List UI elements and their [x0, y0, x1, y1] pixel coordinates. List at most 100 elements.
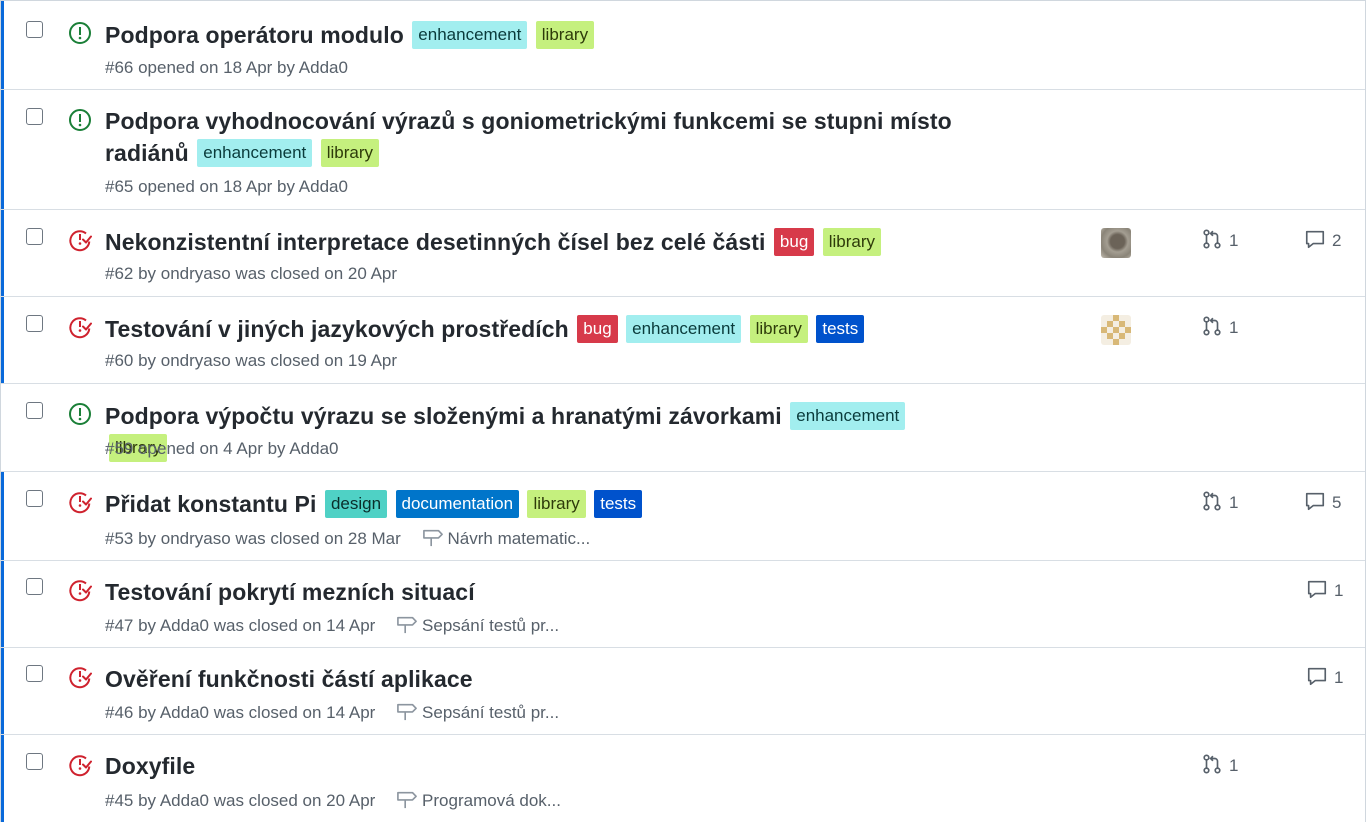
select-checkbox[interactable] [26, 665, 43, 682]
label-library[interactable]: library [749, 315, 808, 343]
issue-list: Podpora operátoru modulo enhancement lib… [0, 0, 1366, 822]
assignee-avatar[interactable] [1101, 315, 1131, 345]
label-library[interactable]: library [535, 21, 595, 49]
comment-count[interactable]: 5 [1304, 490, 1341, 513]
label-bug[interactable]: bug [773, 228, 815, 256]
issue-title-link[interactable]: Ověření funkčnosti částí aplikace [105, 666, 473, 692]
issue-meta: #62 by ondryaso was closed on 20 Apr [105, 264, 397, 284]
comment-count[interactable]: 1 [1306, 578, 1343, 601]
issue-closed-icon [69, 230, 92, 252]
linked-pr-count[interactable]: 1 [1201, 315, 1238, 338]
issue-meta-text: #66 opened on 18 Apr by Adda0 [105, 58, 348, 77]
comment-number: 1 [1334, 581, 1344, 600]
issue-row[interactable]: Testování v jiných jazykových prostředíc… [1, 297, 1365, 384]
milestone-link[interactable]: Sepsání testů pr... [396, 701, 559, 723]
issue-meta: #46 by Adda0 was closed on 14 Apr Sepsán… [105, 701, 559, 723]
milestone-link[interactable]: Návrh matematic... [422, 527, 590, 549]
issue-title-link[interactable]: Přidat konstantu Pi [105, 491, 316, 517]
select-checkbox[interactable] [26, 21, 43, 38]
comment-icon [1307, 580, 1327, 599]
issue-row[interactable]: Podpora výpočtu výrazu se složenými a hr… [1, 384, 1365, 472]
issue-open-icon [69, 403, 91, 425]
issue-title-link[interactable]: Podpora vyhodnocování výrazů s goniometr… [105, 108, 952, 134]
issue-meta: #53 by ondryaso was closed on 28 Mar Náv… [105, 527, 590, 549]
issue-meta: #47 by Adda0 was closed on 14 Apr Sepsán… [105, 614, 559, 636]
comment-icon [1305, 492, 1325, 511]
label-enhancement[interactable]: enhancement [412, 21, 528, 49]
issue-row[interactable]: Ověření funkčnosti částí aplikace #46 by… [1, 648, 1365, 735]
select-checkbox[interactable] [26, 402, 43, 419]
issue-title-link[interactable]: Testování v jiných jazykových prostředíc… [105, 316, 569, 342]
comment-number: 5 [1332, 493, 1342, 512]
issue-title-line: Přidat konstantu Pi design documentation… [105, 488, 965, 520]
linked-pr-count[interactable]: 1 [1201, 753, 1238, 776]
issue-closed-icon [69, 492, 92, 514]
issue-title-line: Ověření funkčnosti částí aplikace [105, 663, 965, 695]
select-checkbox[interactable] [26, 228, 43, 245]
comment-icon [1307, 667, 1327, 686]
pull-request-icon [1203, 491, 1221, 511]
label-enhancement[interactable]: enhancement [790, 402, 906, 430]
label-library[interactable]: library [320, 139, 380, 168]
issue-meta-text: #46 by Adda0 was closed on 14 Apr [105, 703, 376, 722]
issue-title-link[interactable]: Podpora operátoru modulo [105, 22, 404, 48]
select-checkbox[interactable] [26, 490, 43, 507]
issue-title-line: Podpora vyhodnocování výrazů s goniometr… [105, 105, 965, 169]
issue-meta-text: #65 opened on 18 Apr by Adda0 [105, 177, 348, 196]
issue-title-line: Testování pokrytí mezních situací [105, 576, 965, 608]
issue-title-line: Nekonzistentní interpretace desetinných … [105, 226, 965, 258]
comment-count[interactable]: 1 [1306, 665, 1343, 688]
issue-meta-text: #45 by Adda0 was closed on 20 Apr [105, 791, 376, 810]
issue-open-icon [69, 109, 91, 131]
issue-meta: #66 opened on 18 Apr by Adda0 [105, 58, 348, 78]
select-checkbox[interactable] [26, 578, 43, 595]
select-checkbox[interactable] [26, 315, 43, 332]
issue-row[interactable]: Doxyfile #45 by Adda0 was closed on 20 A… [1, 735, 1365, 822]
issue-open-icon [69, 22, 91, 44]
label-bug[interactable]: bug [577, 315, 618, 343]
issue-title-line: Testování v jiných jazykových prostředíc… [105, 313, 965, 345]
assignee-avatar[interactable] [1101, 228, 1131, 258]
label-design[interactable]: design [324, 490, 388, 518]
issue-row[interactable]: Podpora operátoru modulo enhancement lib… [1, 1, 1365, 90]
label-library[interactable]: library [527, 490, 586, 518]
issue-row[interactable]: Podpora vyhodnocování výrazů s goniometr… [1, 90, 1365, 210]
issue-meta: #59 opened on 4 Apr by Adda0 [105, 439, 338, 459]
issue-title-link-continued[interactable]: radiánů [105, 140, 189, 166]
issue-row[interactable]: Přidat konstantu Pi design documentation… [1, 472, 1365, 561]
comment-number: 1 [1334, 668, 1344, 687]
issue-title-link[interactable]: Testování pokrytí mezních situací [105, 579, 475, 605]
issue-row[interactable]: Nekonzistentní interpretace desetinných … [1, 210, 1365, 297]
issue-meta-text: #53 by ondryaso was closed on 28 Mar [105, 529, 401, 548]
label-documentation[interactable]: documentation [395, 490, 520, 518]
identicon-icon [1101, 315, 1131, 345]
issue-title-link[interactable]: Doxyfile [105, 753, 195, 779]
linked-pr-count[interactable]: 1 [1201, 228, 1238, 251]
linked-pr-number: 1 [1229, 756, 1239, 775]
comment-icon [1305, 230, 1325, 249]
milestone-name: Sepsání testů pr... [422, 703, 560, 722]
linked-pr-number: 1 [1229, 318, 1239, 337]
label-enhancement[interactable]: enhancement [197, 139, 313, 168]
milestone-name: Sepsání testů pr... [422, 616, 560, 635]
milestone-icon [397, 703, 417, 721]
label-tests[interactable]: tests [816, 315, 865, 343]
issue-meta-text: #62 by ondryaso was closed on 20 Apr [105, 264, 398, 283]
issue-title-link[interactable]: Podpora výpočtu výrazu se složenými a hr… [105, 403, 782, 429]
select-checkbox[interactable] [26, 108, 43, 125]
linked-pr-number: 1 [1229, 231, 1239, 250]
label-enhancement[interactable]: enhancement [626, 315, 742, 343]
linked-pr-count[interactable]: 1 [1201, 490, 1238, 513]
label-tests[interactable]: tests [594, 490, 643, 518]
issue-closed-icon [69, 667, 92, 689]
issue-title-link[interactable]: Nekonzistentní interpretace desetinných … [105, 229, 765, 255]
milestone-link[interactable]: Programová dok... [396, 789, 561, 811]
issue-row[interactable]: Testování pokrytí mezních situací #47 by… [1, 561, 1365, 648]
comment-count[interactable]: 2 [1304, 228, 1341, 251]
linked-pr-number: 1 [1229, 493, 1239, 512]
issue-closed-icon [69, 580, 92, 602]
label-library[interactable]: library [822, 228, 882, 256]
milestone-link[interactable]: Sepsání testů pr... [396, 614, 559, 636]
select-checkbox[interactable] [26, 753, 43, 770]
milestone-icon [422, 529, 443, 547]
